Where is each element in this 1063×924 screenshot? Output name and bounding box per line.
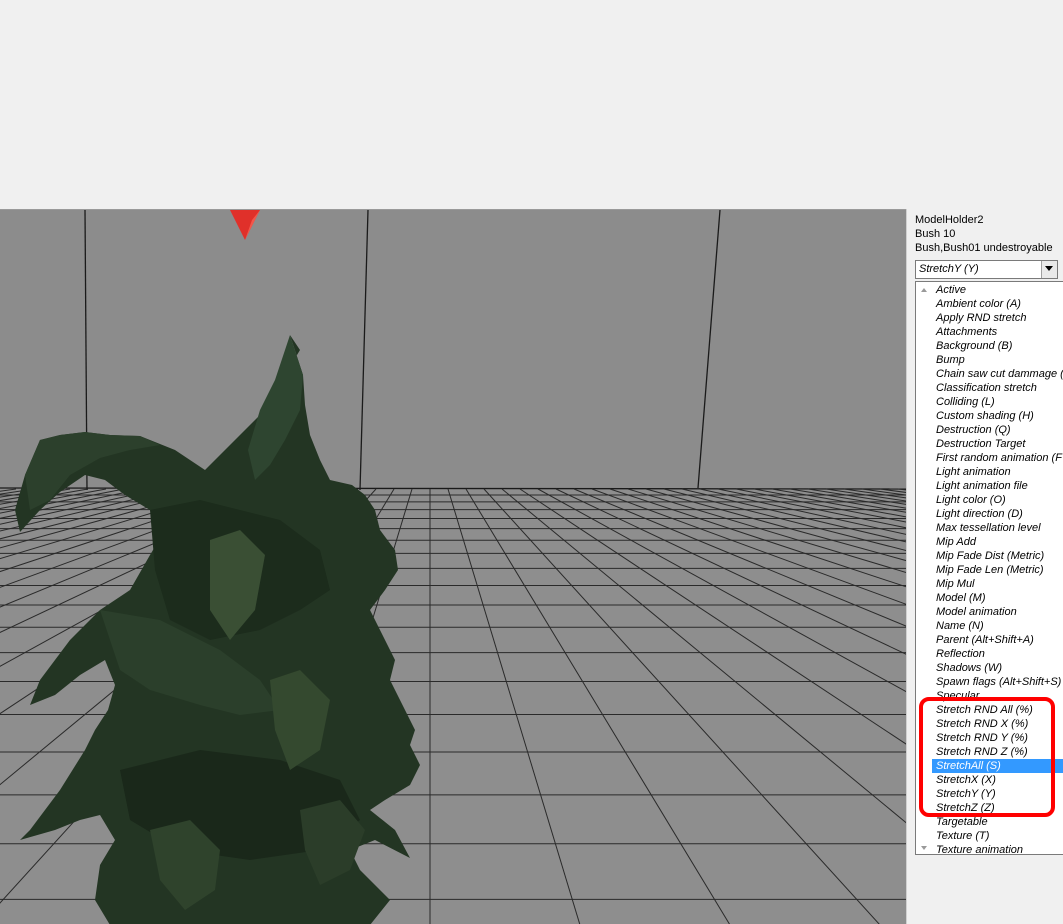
dropdown-item[interactable]: StretchAll (S) bbox=[932, 759, 1063, 773]
dropdown-item[interactable]: Specular bbox=[932, 689, 1063, 703]
dropdown-item[interactable]: Max tessellation level bbox=[932, 521, 1063, 535]
dropdown-item[interactable]: Destruction (Q) bbox=[932, 423, 1063, 437]
scroll-up-icon[interactable] bbox=[921, 288, 927, 292]
dropdown-item[interactable]: Light direction (D) bbox=[932, 507, 1063, 521]
dropdown-item[interactable]: Mip Add bbox=[932, 535, 1063, 549]
dropdown-item[interactable]: Background (B) bbox=[932, 339, 1063, 353]
chevron-down-icon bbox=[1045, 266, 1053, 271]
object-name-label: Bush 10 bbox=[915, 228, 956, 240]
dropdown-item[interactable]: Reflection bbox=[932, 647, 1063, 661]
dropdown-item[interactable]: StretchX (X) bbox=[932, 773, 1063, 787]
property-combobox-value: StretchY (Y) bbox=[919, 263, 979, 275]
dropdown-item[interactable]: Stretch RND Y (%) bbox=[932, 731, 1063, 745]
dropdown-item[interactable]: Mip Mul bbox=[932, 577, 1063, 591]
dropdown-item[interactable]: Destruction Target bbox=[932, 437, 1063, 451]
dropdown-item[interactable]: Active bbox=[932, 283, 1063, 297]
3d-viewport[interactable] bbox=[0, 209, 906, 924]
dropdown-item[interactable]: Stretch RND All (%) bbox=[932, 703, 1063, 717]
combobox-dropdown-button[interactable] bbox=[1041, 261, 1057, 278]
property-dropdown-list[interactable]: Active Ambient color (A) Apply RND stretch… bbox=[915, 281, 1063, 855]
dropdown-item[interactable]: Apply RND stretch bbox=[932, 311, 1063, 325]
object-class-label: ModelHolder2 bbox=[915, 214, 984, 226]
dropdown-item[interactable]: Spawn flags (Alt+Shift+S) bbox=[932, 675, 1063, 689]
dropdown-item[interactable]: Attachments bbox=[932, 325, 1063, 339]
dropdown-item[interactable]: Shadows (W) bbox=[932, 661, 1063, 675]
dropdown-item[interactable]: Ambient color (A) bbox=[932, 297, 1063, 311]
dropdown-item[interactable]: Mip Fade Len (Metric) bbox=[932, 563, 1063, 577]
properties-panel: ModelHolder2 Bush 10 Bush,Bush01 undestr… bbox=[906, 209, 1063, 924]
property-combobox[interactable]: StretchY (Y) bbox=[915, 260, 1058, 279]
dropdown-item[interactable]: Light animation bbox=[932, 465, 1063, 479]
toolbar-area bbox=[0, 0, 1063, 209]
dropdown-item[interactable]: Stretch RND X (%) bbox=[932, 717, 1063, 731]
viewport-scene bbox=[0, 210, 906, 924]
dropdown-item[interactable]: Light color (O) bbox=[932, 493, 1063, 507]
dropdown-item[interactable]: Texture animation bbox=[932, 843, 1063, 854]
dropdown-item[interactable]: Parent (Alt+Shift+A) bbox=[932, 633, 1063, 647]
dropdown-item[interactable]: Colliding (L) bbox=[932, 395, 1063, 409]
dropdown-item[interactable]: StretchY (Y) bbox=[932, 787, 1063, 801]
dropdown-item[interactable]: Name (N) bbox=[932, 619, 1063, 633]
dropdown-items: Active Ambient color (A) Apply RND stretch… bbox=[932, 283, 1063, 854]
dropdown-item[interactable]: Model animation bbox=[932, 605, 1063, 619]
dropdown-item[interactable]: First random animation (F bbox=[932, 451, 1063, 465]
dropdown-item[interactable]: Mip Fade Dist (Metric) bbox=[932, 549, 1063, 563]
dropdown-item[interactable]: Model (M) bbox=[932, 591, 1063, 605]
dropdown-item[interactable]: Bump bbox=[932, 353, 1063, 367]
scroll-down-icon[interactable] bbox=[921, 846, 927, 850]
object-flags-label: Bush,Bush01 undestroyable bbox=[915, 242, 1053, 254]
dropdown-item[interactable]: Stretch RND Z (%) bbox=[932, 745, 1063, 759]
dropdown-item[interactable]: Targetable bbox=[932, 815, 1063, 829]
dropdown-item[interactable]: Light animation file bbox=[932, 479, 1063, 493]
dropdown-item[interactable]: Custom shading (H) bbox=[932, 409, 1063, 423]
dropdown-scrollbar[interactable] bbox=[916, 282, 932, 854]
dropdown-item[interactable]: Classification stretch bbox=[932, 381, 1063, 395]
dropdown-item[interactable]: Chain saw cut dammage ( bbox=[932, 367, 1063, 381]
dropdown-item[interactable]: Texture (T) bbox=[932, 829, 1063, 843]
dropdown-item[interactable]: StretchZ (Z) bbox=[932, 801, 1063, 815]
